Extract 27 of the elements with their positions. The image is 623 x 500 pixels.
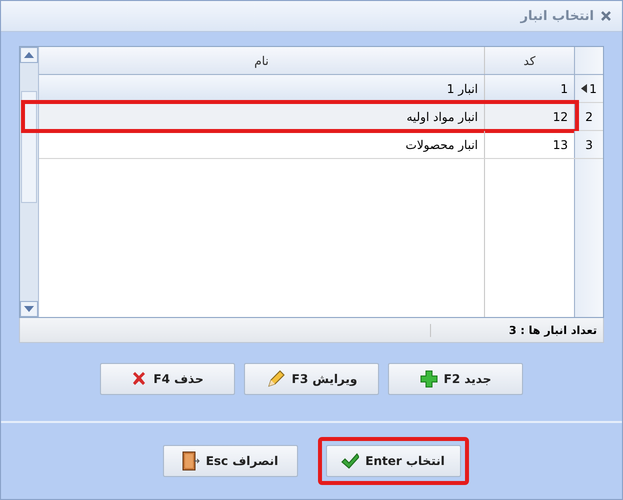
table-cell: 13	[484, 131, 574, 158]
scrollbar[interactable]	[20, 47, 39, 317]
close-icon	[131, 371, 148, 387]
close-icon[interactable]	[600, 10, 612, 22]
row-header: 1	[574, 75, 603, 102]
door-icon	[182, 451, 200, 471]
table-cell: 1	[484, 75, 574, 102]
checkmark-icon	[341, 453, 360, 469]
row-header: 3	[574, 131, 603, 158]
column-header[interactable]: نام	[39, 47, 484, 74]
table-cell: 12	[484, 103, 574, 130]
cancel-button[interactable]: انصراف Esc	[162, 445, 298, 477]
column-header[interactable]: کد	[484, 47, 574, 74]
current-row-icon	[581, 84, 588, 93]
edit-button[interactable]: ویرایش F3	[244, 363, 379, 395]
ok-button[interactable]: انتخاب Enter	[326, 445, 460, 477]
pencil-icon	[266, 369, 286, 389]
plus-icon	[420, 370, 438, 388]
table-cell-text: انبار محصولات	[404, 136, 479, 154]
window-title: انتخاب انبار	[520, 8, 594, 24]
record-count: تعداد انبار ها : 3	[430, 324, 603, 336]
table-cell-text: انبار 1	[446, 80, 479, 98]
add-button[interactable]: جدید F2	[388, 363, 523, 395]
table-cell-text: انبار مواد اولیه	[405, 108, 479, 126]
scroll-down-icon[interactable]	[24, 306, 34, 312]
scroll-up-icon[interactable]	[24, 52, 34, 58]
delete-button[interactable]: حذف F4	[100, 363, 235, 395]
